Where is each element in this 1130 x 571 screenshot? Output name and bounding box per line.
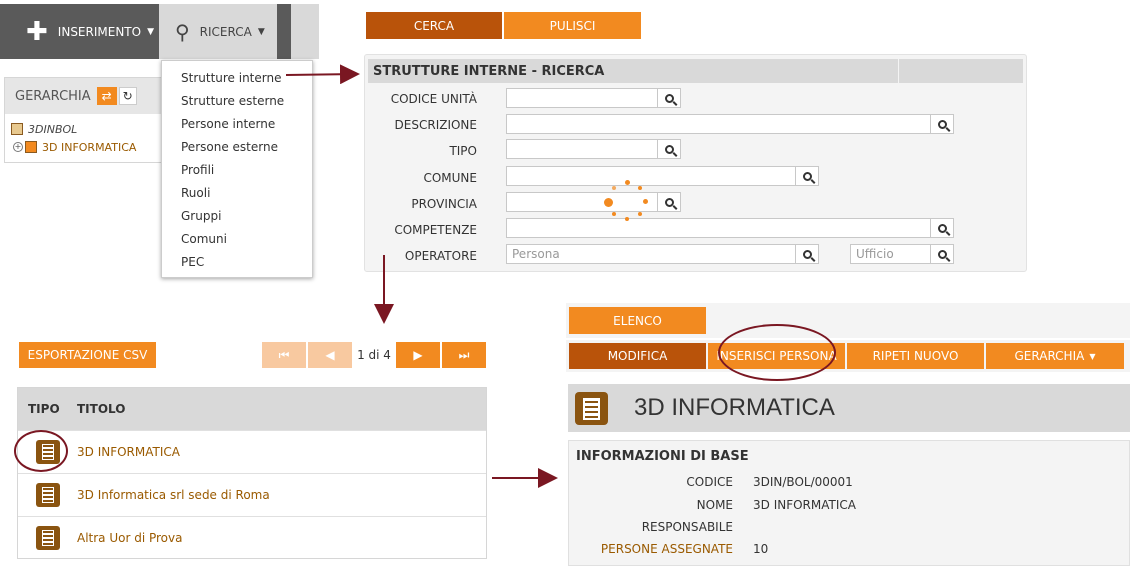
annotation-arrows [285, 64, 558, 488]
arrow-to-search-form [285, 64, 360, 85]
